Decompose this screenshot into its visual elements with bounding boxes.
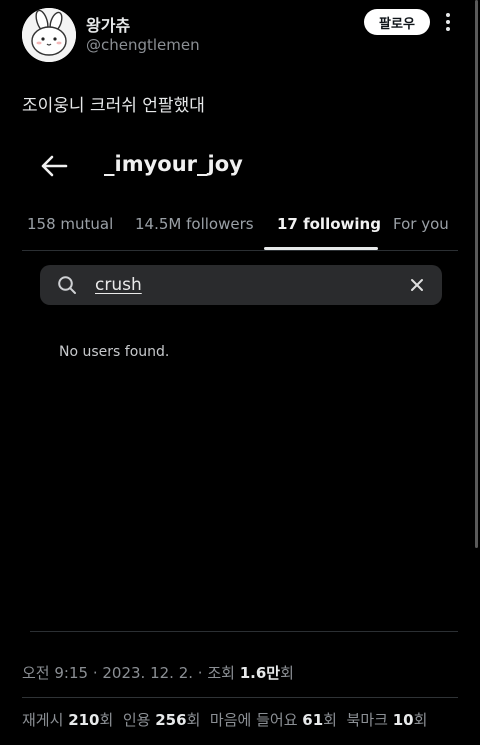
- tab-for-you[interactable]: For you: [393, 215, 449, 233]
- divider: [30, 631, 458, 632]
- tweet-meta: 오전 9:15 · 2023. 12. 2. · 조회 1.6만회: [22, 664, 294, 682]
- stat-label: 재게시: [22, 711, 64, 729]
- stat-label: 마음에 들어요: [209, 711, 298, 729]
- stat-label: 북마크: [346, 711, 388, 729]
- tab-divider: [22, 250, 458, 251]
- user-handle[interactable]: @chengtlemen: [86, 36, 200, 54]
- views-label: 조회: [207, 664, 235, 682]
- more-vertical-icon[interactable]: [436, 10, 460, 34]
- profile-title: _imyour_joy: [104, 152, 243, 176]
- stat-value: 10: [392, 711, 414, 729]
- bunny-avatar-icon: [22, 8, 76, 62]
- stat-suffix: 회: [186, 711, 201, 729]
- scrollbar[interactable]: [475, 0, 478, 548]
- footer-divider: [22, 697, 458, 698]
- search-query[interactable]: crush: [95, 275, 142, 295]
- follow-button[interactable]: 팔로우: [364, 9, 430, 35]
- display-name[interactable]: 왕가츄: [86, 12, 130, 36]
- active-tab-indicator: [264, 247, 378, 250]
- tweet-date: 2023. 12. 2.: [102, 664, 194, 682]
- stat-reposts[interactable]: 재게시 210회: [22, 711, 113, 729]
- views-count: 1.6만: [239, 664, 281, 682]
- tweet-text: 조이웅니 크러쉬 언팔했대: [22, 96, 205, 116]
- stat-suffix: 회: [323, 711, 337, 729]
- stat-quotes[interactable]: 인용 256회: [123, 711, 201, 729]
- search-icon: [57, 275, 77, 295]
- stat-suffix: 회: [99, 711, 114, 729]
- stat-suffix: 회: [413, 711, 428, 729]
- stat-label: 인용: [122, 711, 151, 729]
- stat-value: 61: [302, 711, 324, 729]
- avatar[interactable]: [22, 8, 76, 62]
- tab-following[interactable]: 17 following: [277, 215, 381, 233]
- tab-followers[interactable]: 14.5M followers: [135, 215, 254, 233]
- clear-icon[interactable]: [408, 276, 426, 294]
- engagement-stats: 재게시 210회 인용 256회 마음에 들어요 61회 북마크 10회: [22, 709, 427, 730]
- stat-value: 210: [68, 711, 100, 729]
- tweet-time: 오전 9:15: [22, 664, 89, 682]
- stat-likes[interactable]: 마음에 들어요 61회: [210, 711, 337, 729]
- back-arrow-icon[interactable]: [38, 150, 70, 182]
- stat-value: 256: [155, 711, 187, 729]
- empty-state-message: No users found.: [59, 344, 170, 360]
- tab-mutual[interactable]: 158 mutual: [27, 215, 113, 233]
- stat-bookmarks[interactable]: 북마크 10회: [347, 711, 428, 729]
- views-suffix: 회: [280, 664, 294, 682]
